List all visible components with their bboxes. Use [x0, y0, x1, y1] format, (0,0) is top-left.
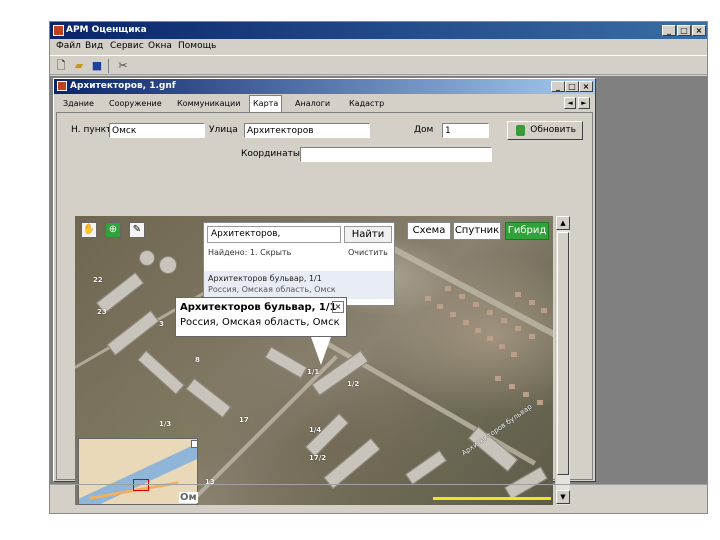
app-title-bar[interactable]: АРМ Оценщика _ □ ×: [50, 22, 707, 39]
update-icon: [516, 125, 525, 136]
building-number: 1/1: [307, 368, 320, 376]
doc-minimize-button[interactable]: _: [551, 81, 565, 92]
menu-windows[interactable]: Окна: [148, 41, 172, 51]
menu-view[interactable]: Вид: [85, 41, 103, 51]
map-find-button[interactable]: Найти: [344, 226, 392, 243]
building-number: 1/4: [309, 426, 322, 434]
map-building: [305, 413, 349, 457]
house-input[interactable]: [442, 123, 489, 138]
menu-file[interactable]: Файл: [56, 41, 81, 51]
balloon-close-icon[interactable]: ×: [332, 301, 344, 313]
map-building: [405, 450, 447, 485]
building-number: 1/3: [159, 420, 172, 428]
map-type-hybrid-button[interactable]: Гибрид: [505, 222, 549, 240]
map-clear-link[interactable]: Очистить: [348, 248, 388, 257]
scroll-up-button[interactable]: ▲: [556, 216, 570, 230]
balloon-title: Архитекторов бульвар, 1/1: [180, 302, 337, 313]
tab-scroll-left-button[interactable]: ◄: [564, 97, 576, 109]
building-number: 1/2: [347, 380, 360, 388]
building-number: 23: [97, 308, 107, 316]
result-title: Архитекторов бульвар, 1/1: [208, 274, 322, 283]
mdi-area: Архитекторов, 1.gnf _ □ × Здание Сооруже…: [50, 76, 707, 505]
map-tank: [139, 250, 155, 266]
map-building: [264, 346, 308, 379]
map-type-scheme-button[interactable]: Схема: [407, 222, 451, 240]
street-input[interactable]: [244, 123, 370, 138]
house-label: Дом: [414, 125, 434, 135]
update-button-label: Обновить: [530, 125, 576, 135]
close-button[interactable]: ×: [692, 25, 706, 36]
open-folder-icon[interactable]: ▰: [72, 59, 86, 73]
menu-service[interactable]: Сервис: [110, 41, 144, 51]
ruler-icon[interactable]: ✎: [129, 222, 145, 238]
toolbar-separator: [108, 59, 109, 73]
map-road: [373, 236, 553, 364]
address-balloon: Архитекторов бульвар, 1/1 Россия, Омская…: [175, 297, 347, 337]
coords-label: Координаты: [241, 149, 300, 159]
menu-bar: Файл Вид Сервис Окна Помощь: [50, 39, 707, 55]
doc-maximize-button[interactable]: □: [565, 81, 579, 92]
save-icon[interactable]: ■: [90, 59, 104, 73]
map-building: [106, 310, 160, 356]
document-window: Архитекторов, 1.gnf _ □ × Здание Сооруже…: [53, 78, 596, 505]
map-search-panel: Архитекторов, Найти Найдено: 1. Скрыть О…: [203, 222, 395, 306]
scroll-thumb[interactable]: [557, 232, 569, 475]
maximize-button[interactable]: □: [677, 25, 691, 36]
vertical-scrollbar[interactable]: ▲ ▼: [555, 216, 570, 505]
tab-analogs[interactable]: Аналоги: [292, 96, 333, 111]
doc-close-button[interactable]: ×: [579, 81, 593, 92]
document-title-text: Архитекторов, 1.gnf: [70, 81, 176, 91]
app-title-text: АРМ Оценщика: [66, 25, 147, 35]
map-building: [185, 378, 232, 418]
street-label: Улица: [209, 125, 238, 135]
building-number: 8: [195, 356, 200, 364]
city-input[interactable]: [109, 123, 205, 138]
application-window: АРМ Оценщика _ □ × Файл Вид Сервис Окна …: [49, 21, 708, 514]
map-found-text[interactable]: Найдено: 1. Скрыть: [208, 248, 291, 257]
building-number: 3: [159, 320, 164, 328]
tab-map[interactable]: Карта: [249, 95, 283, 112]
tab-communications[interactable]: Коммуникации: [174, 96, 243, 111]
app-icon: [53, 25, 64, 36]
status-bar: [50, 484, 707, 513]
document-icon: [57, 81, 67, 91]
tab-cadastre[interactable]: Кадастр: [346, 96, 387, 111]
coords-input[interactable]: [300, 147, 492, 162]
menu-help[interactable]: Помощь: [178, 41, 216, 51]
map-type-satellite-button[interactable]: Спутник: [453, 222, 501, 240]
update-button[interactable]: Обновить: [507, 121, 583, 140]
tab-construction[interactable]: Сооружение: [106, 96, 165, 111]
tab-building[interactable]: Здание: [60, 96, 97, 111]
map-search-input[interactable]: Архитекторов,: [207, 226, 341, 243]
building-number: 17/2: [309, 454, 327, 462]
building-number: 22: [93, 276, 103, 284]
document-title-bar[interactable]: Архитекторов, 1.gnf _ □ ×: [54, 79, 595, 94]
tools-icon[interactable]: ✂: [116, 59, 130, 73]
zoom-tool-icon[interactable]: ⊕: [105, 222, 121, 238]
map-search-result[interactable]: Архитекторов бульвар, 1/1 Россия, Омская…: [204, 271, 394, 299]
balloon-subtitle: Россия, Омская область, Омск: [180, 317, 340, 328]
minimap-collapse-icon[interactable]: [191, 440, 197, 448]
tab-strip: Здание Сооружение Коммуникации Карта Ана…: [56, 95, 593, 112]
map-building: [137, 350, 185, 395]
balloon-tail: [311, 337, 331, 365]
map-view[interactable]: 22 23 3 8 1/1 1/2 1/3 17 1/4 17/2 13 Арх…: [75, 216, 553, 505]
map-tab-panel: Н. пункт Улица Дом Обновить Координаты: [56, 112, 593, 505]
hand-pan-icon[interactable]: ✋: [81, 222, 97, 238]
new-file-icon[interactable]: 🗋: [54, 59, 68, 73]
building-number: 17: [239, 416, 249, 424]
map-tank: [159, 256, 177, 274]
toolbar: 🗋 ▰ ■ ✂: [50, 55, 707, 75]
result-subtitle: Россия, Омская область, Омск: [208, 285, 336, 294]
tab-scroll-right-button[interactable]: ►: [578, 97, 590, 109]
minimize-button[interactable]: _: [662, 25, 676, 36]
city-label: Н. пункт: [71, 125, 112, 135]
map-building: [323, 437, 381, 490]
